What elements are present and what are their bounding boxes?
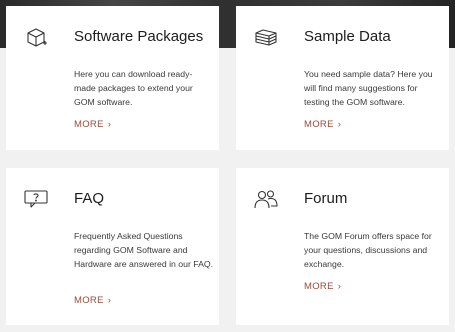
chevron-right-icon: › [337,119,342,130]
more-label: MORE [74,119,104,130]
more-label: MORE [74,295,104,306]
more-label: MORE [304,281,334,292]
package-box-icon [23,24,49,50]
card-description: The GOM Forum offers space for your ques… [304,231,432,269]
chevron-right-icon: › [107,119,112,130]
chevron-right-icon: › [107,295,112,306]
more-link-software-packages[interactable]: MORE › [74,119,111,131]
card-sample-data: Sample Data You need sample data? Here y… [236,6,449,150]
stacked-layers-icon [253,24,279,50]
card-title: Sample Data [304,28,391,45]
chevron-right-icon: › [337,281,342,292]
card-title: Forum [304,190,348,207]
card-title: FAQ [74,190,105,207]
card-faq: FAQ Frequently Asked Questions regarding… [6,168,219,325]
card-description: Frequently Asked Questions regarding GOM… [74,231,214,269]
card-description: Here you can download ready-made package… [74,69,193,107]
card-forum: Forum The GOM Forum offers space for you… [236,168,449,325]
users-icon [253,186,279,212]
more-label: MORE [304,119,334,130]
more-link-faq[interactable]: MORE › [74,295,111,307]
card-title: Software Packages [74,28,204,45]
more-link-sample-data[interactable]: MORE › [304,119,341,131]
card-software-packages: Software Packages Here you can download … [6,6,219,150]
chat-question-icon [23,186,49,212]
more-link-forum[interactable]: MORE › [304,281,341,293]
card-description: You need sample data? Here you will find… [304,69,433,107]
